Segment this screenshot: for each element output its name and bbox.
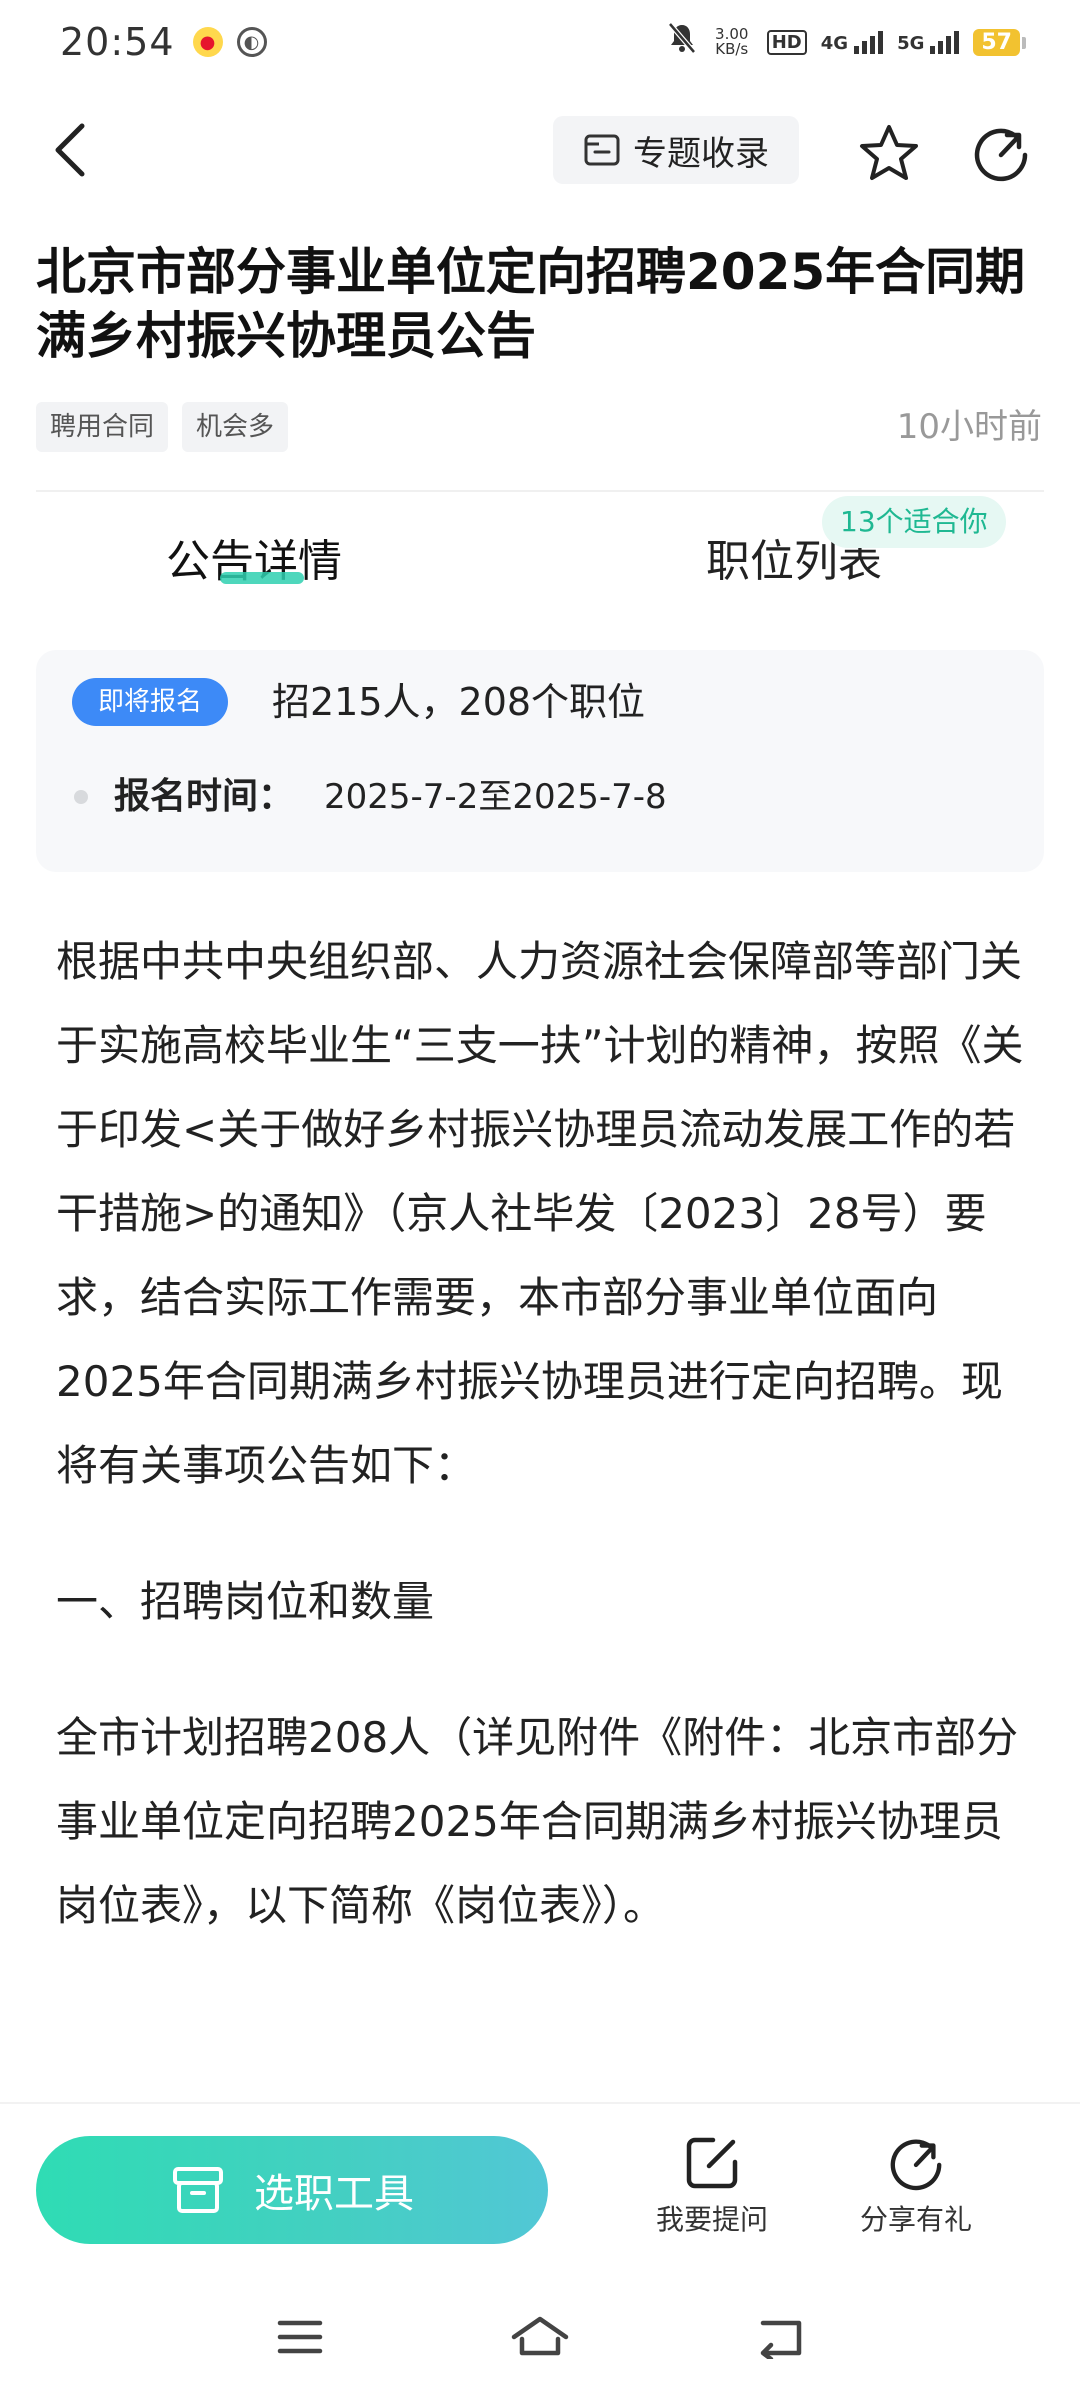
recruitment-info-card: 即将报名 招215人，208个职位 报名时间： 2025-7-2至2025-7-… [36,650,1044,872]
signal-bar-icon [954,30,960,54]
publish-time: 10小时前 [896,407,1042,447]
chevron-left-icon [55,123,85,177]
section-heading: 一、招聘岗位和数量 [56,1577,435,1626]
signal-4g: 4G [820,30,884,54]
hd-badge: HD [766,29,807,55]
ask-question-label: 我要提问 [655,2203,768,2236]
speed-unit: KB/s [715,40,749,58]
folder-icon [584,134,620,166]
share-reward-label: 分享有礼 [859,2203,972,2236]
article-body: 根据中共中央组织部、人力资源社会保障部等部门关于实施高校毕业生“三支一扶”计划的… [56,920,1036,2000]
status-right: 3.00 KB/s HD 4G 5G 57 [667,22,1026,62]
system-back-button[interactable] [750,2312,810,2362]
fit-count-badge[interactable]: 13个适合你 [822,496,1006,548]
mute-bell-icon [667,22,697,62]
system-nav-bar [0,2272,1080,2400]
signal-bar-icon [938,40,944,54]
share-button[interactable] [966,118,1036,188]
menu-icon [277,2320,323,2354]
favorite-button[interactable] [854,118,924,188]
network-speed: 3.00 KB/s [711,27,753,57]
share-arrow-icon [890,2139,942,2191]
signal-bar-icon [862,40,868,54]
job-tool-button[interactable]: 选职工具 [36,2136,548,2244]
edit-icon [686,2137,738,2189]
tag-opportunity: 机会多 [182,402,289,452]
ask-question-button[interactable]: 我要提问 [622,2134,802,2238]
tag-contract: 聘用合同 [36,402,169,452]
job-tool-label: 选职工具 [254,2171,414,2217]
box-icon [173,2167,223,2213]
weibo-icon: ● [192,27,223,57]
signal-bar-icon [930,45,936,54]
signal-bar-icon [878,30,884,54]
collection-button[interactable]: 专题收录 [553,116,799,184]
registration-time: 2025-7-2至2025-7-8 [324,777,667,817]
divider [36,490,1044,492]
collection-label: 专题收录 [633,133,769,174]
article-paragraph: 根据中共中央组织部、人力资源社会保障部等部门关于实施高校毕业生“三支一扶”计划的… [56,937,1024,1490]
signal-bar-icon [854,45,860,54]
net-5g-label: 5G [897,32,925,54]
page-title: 北京市部分事业单位定向招聘2025年合同期满乡村振兴协理员公告 [36,243,1026,365]
article-paragraph: 全市计划招聘208人（详见附件《附件：北京市部分事业单位定向招聘2025年合同期… [56,1713,1019,1930]
share-arrow-icon [974,128,1028,182]
signal-5g: 5G [897,30,960,54]
battery-indicator: 57 [973,28,1026,56]
status-bar: 20:54 ● ◐ 3.00 KB/s HD 4G 5G 57 [0,0,1080,84]
system-menu-button[interactable] [270,2312,330,2362]
signal-bar-icon [870,35,876,54]
signal-bar-icon [946,35,952,54]
status-left-icons: ● ◐ [192,27,267,57]
active-tab-indicator [220,572,304,584]
top-nav: 专题收录 [0,100,1080,200]
registration-label: 报名时间： [114,776,295,817]
share-reward-button[interactable]: 分享有礼 [826,2134,1006,2238]
back-button[interactable] [40,120,100,180]
recruit-summary: 招215人，208个职位 [272,680,646,724]
back-icon [760,2320,802,2359]
status-badge: 即将报名 [72,678,229,726]
tag-list: 聘用合同 机会多 [36,402,289,452]
star-icon [860,125,918,180]
net-4g-label: 4G [820,32,849,54]
system-home-button[interactable] [510,2312,570,2362]
status-time: 20:54 [60,20,175,64]
bottom-action-bar: 选职工具 我要提问 分享有礼 [0,2102,1080,2272]
bullet-dot [74,790,88,804]
app-notification-icon: ◐ [236,27,267,57]
home-icon [511,2316,569,2356]
